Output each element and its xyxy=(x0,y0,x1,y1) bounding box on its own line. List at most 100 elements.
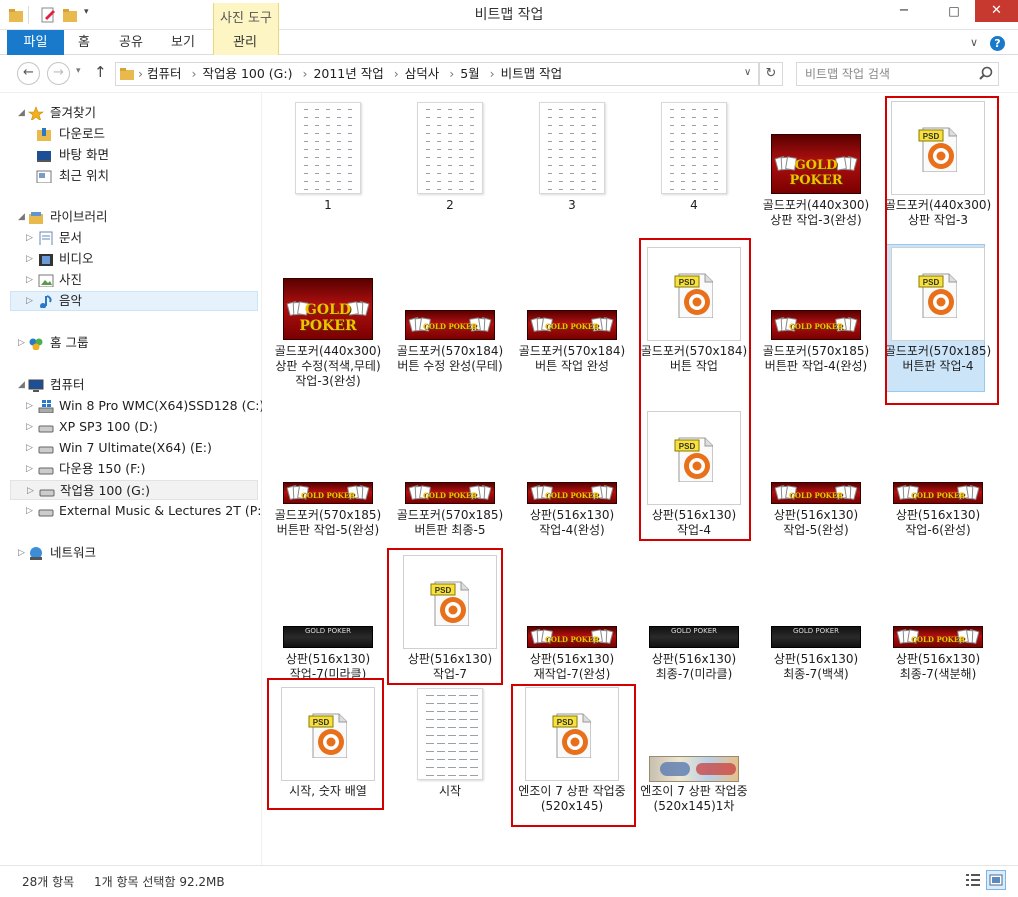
folder-icon xyxy=(120,67,134,84)
psd-file-icon: PSD xyxy=(308,713,347,758)
music-icon xyxy=(40,295,52,308)
search-icon[interactable] xyxy=(979,66,993,83)
svg-text:PSD: PSD xyxy=(679,442,696,451)
expand-icon[interactable]: ▷ xyxy=(26,501,34,521)
file-label: 골드포커(440x300) 상판 수정(적색,무테) 작업-3(완성) xyxy=(274,344,382,388)
expand-icon[interactable]: ▷ xyxy=(26,291,34,311)
tab-home[interactable]: 홈 xyxy=(68,30,100,55)
breadcrumb-month[interactable]: 5월 xyxy=(460,66,479,81)
gold-poker-logo: GOLD POKER xyxy=(788,491,844,500)
expand-icon[interactable]: ▷ xyxy=(27,481,35,501)
collapse-icon[interactable]: ◢ xyxy=(18,375,26,395)
tab-view[interactable]: 보기 xyxy=(164,30,202,55)
image-thumbnail xyxy=(649,756,739,782)
breadcrumb-year[interactable]: 2011년 작업 xyxy=(313,66,383,81)
up-button[interactable]: ↑ xyxy=(94,63,107,81)
file-label: 상판(516x130)작업-7(미라클) xyxy=(285,652,371,681)
nav-homegroup-label: 홈 그룹 xyxy=(50,335,89,350)
breadcrumb-computer[interactable]: 컴퓨터 xyxy=(147,66,182,81)
file-label: 상판(516x130)작업-7 xyxy=(407,652,493,681)
back-button[interactable]: ← xyxy=(17,62,40,85)
breadcrumb: › 컴퓨터 › 작업용 100 (G:) › 2011년 작업 › 삼덕사 › 5월 ›… xyxy=(138,66,563,81)
nav-favorites-label: 즐겨찾기 xyxy=(50,105,97,120)
maximize-button[interactable]: □ xyxy=(940,0,968,22)
nav-favorites[interactable]: ◢ 즐겨찾기 xyxy=(14,103,254,123)
nav-libraries[interactable]: ◢ 라이브러리 xyxy=(14,207,254,227)
image-thumbnail: GOLD POKER xyxy=(405,310,495,340)
gold-poker-logo: GOLD POKER xyxy=(544,635,600,644)
gold-poker-logo: GOLD POKER xyxy=(544,491,600,500)
expand-icon[interactable]: ▷ xyxy=(26,228,34,248)
expand-icon[interactable]: ▷ xyxy=(18,333,26,353)
file-label: 상판(516x130)작업-6(완성) xyxy=(895,508,981,537)
search-input[interactable]: 비트맵 작업 검색 xyxy=(796,62,999,86)
homegroup-icon xyxy=(29,338,43,350)
gold-poker-logo: GOLD POKER xyxy=(422,491,478,500)
new-folder-icon[interactable] xyxy=(62,7,78,23)
psd-thumbnail: PSD xyxy=(281,687,375,781)
image-thumbnail xyxy=(417,688,483,780)
expand-icon[interactable]: ▷ xyxy=(26,417,34,437)
recent-locations-icon[interactable]: ▾ xyxy=(76,66,81,76)
expand-icon[interactable]: ▷ xyxy=(26,249,34,269)
image-thumbnail: GOLD POKER xyxy=(527,310,617,340)
minimize-button[interactable]: − xyxy=(890,0,918,22)
ribbon xyxy=(0,30,1018,55)
file-label: 상판(516x130)재작업-7(완성) xyxy=(529,652,615,681)
image-thumbnail xyxy=(417,102,483,194)
close-button[interactable]: ✕ xyxy=(975,0,1018,22)
properties-icon[interactable] xyxy=(40,7,56,23)
file-label: 상판(516x130)최종-7(미라클) xyxy=(651,652,737,681)
expand-icon[interactable]: ▷ xyxy=(26,438,34,458)
breadcrumb-drive[interactable]: 작업용 100 (G:) xyxy=(202,66,292,81)
expand-icon[interactable]: ▷ xyxy=(26,459,34,479)
tab-share[interactable]: 공유 xyxy=(112,30,150,55)
large-icons-view-icon[interactable] xyxy=(986,870,1006,890)
file-label: 시작 xyxy=(438,784,462,798)
qat-dropdown-icon[interactable]: ▾ xyxy=(84,7,89,17)
nav-item-label: 최근 위치 xyxy=(59,168,109,183)
nav-libraries-label: 라이브러리 xyxy=(50,209,108,224)
drive-icon xyxy=(38,425,54,433)
breadcrumb-current[interactable]: 비트맵 작업 xyxy=(501,66,562,81)
psd-file-icon: PSD xyxy=(674,273,713,318)
image-thumbnail: GOLD POKER xyxy=(771,310,861,340)
nav-item-label: XP SP3 100 (D:) xyxy=(59,419,158,434)
ribbon-expand-icon[interactable]: ∨ xyxy=(970,36,978,49)
image-thumbnail: GOLD POKER xyxy=(283,482,373,504)
help-icon[interactable]: ? xyxy=(990,36,1005,51)
drive-icon xyxy=(39,489,55,497)
svg-text:PSD: PSD xyxy=(557,718,574,727)
tab-file[interactable]: 파일 xyxy=(7,30,64,55)
file-label: 골드포커(570x185) 버튼판 최종-5 xyxy=(396,508,504,537)
expand-icon[interactable]: ▷ xyxy=(18,543,26,563)
collapse-icon[interactable]: ◢ xyxy=(18,103,26,123)
nav-item-label: Win 7 Ultimate(X64) (E:) xyxy=(59,440,212,455)
image-thumbnail xyxy=(539,102,605,194)
refresh-button[interactable]: ↻ xyxy=(759,62,783,86)
file-label: 시작, 숫자 배열 xyxy=(289,784,367,798)
image-thumbnail: GOLD POKER xyxy=(283,278,373,340)
gold-poker-logo: GOLD POKER xyxy=(299,302,357,334)
image-thumbnail: GOLD POKER xyxy=(893,626,983,648)
file-label: 엔조이 7 상판 작업중(520x145) xyxy=(518,784,626,813)
nav-computer-label: 컴퓨터 xyxy=(50,377,85,392)
details-view-icon[interactable] xyxy=(964,871,982,889)
psd-file-icon: PSD xyxy=(430,581,469,626)
breadcrumb-client[interactable]: 삼덕사 xyxy=(405,66,440,81)
gold-poker-logo: GOLD POKER xyxy=(789,158,843,188)
psd-file-icon: PSD xyxy=(552,713,591,758)
nav-drive-g[interactable]: ▷ 작업용 100 (G:) xyxy=(10,480,258,500)
expand-icon[interactable]: ▷ xyxy=(26,396,34,416)
expand-icon[interactable]: ▷ xyxy=(26,270,34,290)
address-dropdown-icon[interactable]: ∨ xyxy=(744,67,751,78)
downloads-icon xyxy=(37,128,51,141)
forward-button[interactable]: → xyxy=(47,62,70,85)
file-label: 상판(516x130)작업-4(완성) xyxy=(529,508,615,537)
address-bar[interactable]: › 컴퓨터 › 작업용 100 (G:) › 2011년 작업 › 삼덕사 › 5월 ›… xyxy=(115,62,759,86)
tab-manage[interactable]: 관리 xyxy=(222,30,268,55)
nav-item-label: 다운로드 xyxy=(59,126,106,141)
folder-icon[interactable] xyxy=(8,7,24,23)
psd-thumbnail: PSD xyxy=(891,247,985,341)
collapse-icon[interactable]: ◢ xyxy=(18,207,26,227)
